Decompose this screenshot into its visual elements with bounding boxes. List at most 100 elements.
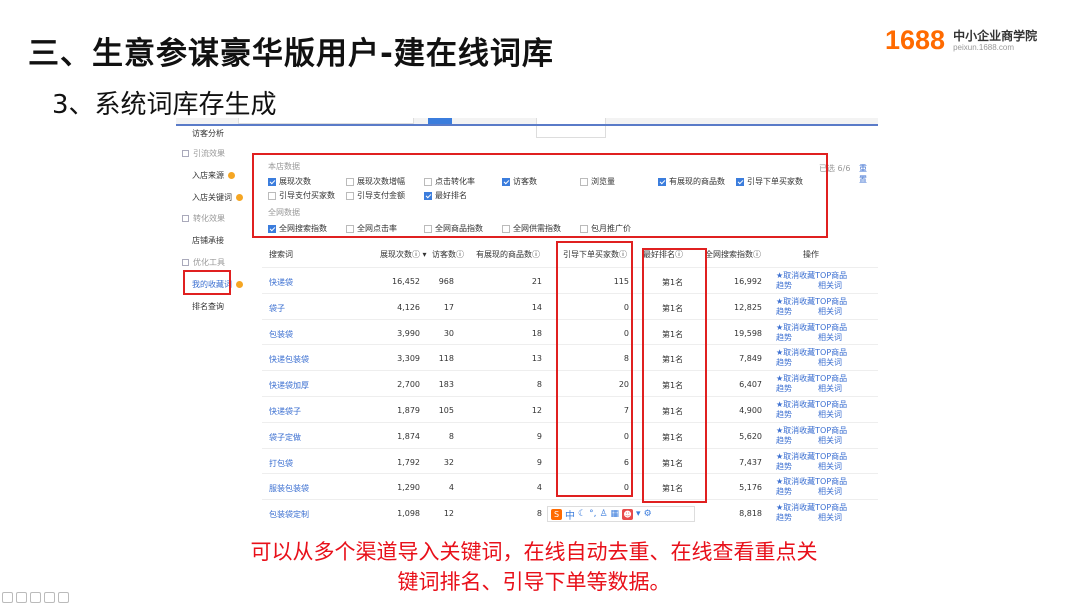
trend-link[interactable]: 趋势: [776, 462, 792, 471]
shirt-icon[interactable]: ▾: [636, 509, 641, 519]
uncollect-top-link[interactable]: ★取消收藏TOP商品: [776, 297, 847, 307]
gear-icon[interactable]: ⚙: [644, 509, 652, 519]
keyword-link[interactable]: 服装包装袋: [269, 483, 309, 494]
keyword-link[interactable]: 包装袋定制: [269, 509, 309, 520]
punctuation-icon[interactable]: °,: [589, 509, 596, 519]
keyword-link[interactable]: 袋子定做: [269, 432, 301, 443]
search-index-value: 5,176: [739, 483, 762, 493]
sidebar-item-visitor-analysis[interactable]: 访客分析: [192, 128, 224, 139]
search-index-value: 7,849: [739, 354, 762, 364]
col-header-label: 访客数: [432, 250, 456, 259]
ime-toolbar[interactable]: S 中 ☾ °, ♙ ▦ ☻ ▾ ⚙: [547, 506, 695, 522]
uncollect-top-link[interactable]: ★取消收藏TOP商品: [776, 323, 847, 333]
uncollect-top-link[interactable]: ★取消收藏TOP商品: [776, 503, 847, 513]
trend-link[interactable]: 趋势: [776, 358, 792, 367]
col-header-impressions[interactable]: 展现次数ⓘ ▾: [380, 249, 427, 260]
uncollect-top-link[interactable]: ★取消收藏TOP商品: [776, 477, 847, 487]
keyword-link[interactable]: 袋子: [269, 303, 285, 314]
col-header-visitors[interactable]: 访客数ⓘ: [432, 249, 464, 260]
products-value: 4: [536, 483, 542, 493]
reset-link[interactable]: 重置: [859, 163, 869, 185]
trend-link[interactable]: 趋势: [776, 487, 792, 496]
highlight-my-collected: [183, 270, 231, 295]
uncollect-top-link[interactable]: ★取消收藏TOP商品: [776, 348, 847, 358]
row-divider: [262, 499, 878, 501]
keyword-link[interactable]: 快递袋子: [269, 406, 301, 417]
related-words-link[interactable]: 相关词: [818, 410, 842, 419]
row-actions: ★取消收藏TOP商品 趋势 相关词: [776, 271, 847, 291]
related-words-link[interactable]: 相关词: [818, 358, 842, 367]
sidebar-item-rank-query[interactable]: 排名查询: [192, 301, 224, 312]
related-words-link[interactable]: 相关词: [818, 462, 842, 471]
keyword-link[interactable]: 快递袋加厚: [269, 380, 309, 391]
uncollect-top-link[interactable]: ★取消收藏TOP商品: [776, 400, 847, 410]
col-header-search-index[interactable]: 全网搜索指数ⓘ: [705, 249, 761, 260]
impressions-value: 16,452: [392, 277, 420, 286]
notification-dot: [236, 194, 243, 201]
row-actions: ★取消收藏TOP商品 趋势 相关词: [776, 374, 847, 394]
related-words-link[interactable]: 相关词: [818, 436, 842, 445]
slide-subtitle: 3、系统词库存生成: [52, 90, 277, 120]
keyword-link[interactable]: 快递包装袋: [269, 354, 309, 365]
related-words-link[interactable]: 相关词: [818, 307, 842, 316]
highlighter-icon[interactable]: [16, 592, 27, 603]
eraser-icon[interactable]: [30, 592, 41, 603]
ime-logo-icon[interactable]: S: [551, 508, 562, 520]
col-header-label: 展现次数: [380, 250, 412, 259]
row-actions: ★取消收藏TOP商品 趋势 相关词: [776, 400, 847, 420]
search-index-value: 12,825: [734, 302, 762, 312]
keyboard-icon[interactable]: ▦: [611, 509, 620, 519]
related-words-link[interactable]: 相关词: [818, 281, 842, 290]
related-words-link[interactable]: 相关词: [818, 333, 842, 342]
visitors-value: 4: [448, 483, 454, 493]
sidebar-item-entry-keyword[interactable]: 入店关键词: [192, 192, 243, 203]
brand-logo: 1688 中小企业商学院 peixun.1688.com: [885, 26, 1037, 54]
row-actions: ★取消收藏TOP商品 趋势 相关词: [776, 348, 847, 368]
pen-icon[interactable]: [2, 592, 13, 603]
traffic-icon: [182, 150, 189, 157]
impressions-value: 3,309: [397, 354, 420, 364]
search-index-value: 4,900: [739, 406, 762, 415]
trend-link[interactable]: 趋势: [776, 436, 792, 445]
date-select[interactable]: [536, 118, 606, 138]
impressions-value: 3,990: [397, 328, 420, 338]
sidebar-item-entry-source[interactable]: 入店来源: [192, 170, 235, 181]
user-icon[interactable]: ♙: [599, 509, 607, 519]
uncollect-top-link[interactable]: ★取消收藏TOP商品: [776, 452, 847, 462]
sidebar-group-label: 引流效果: [193, 149, 225, 158]
sidebar-item-label: 入店关键词: [192, 193, 232, 202]
visitors-value: 17: [443, 302, 454, 312]
moon-icon[interactable]: ☾: [578, 509, 586, 519]
col-header-products[interactable]: 有展现的商品数ⓘ: [476, 249, 540, 260]
pointer-icon[interactable]: [44, 592, 55, 603]
keyword-link[interactable]: 快递袋: [269, 277, 293, 288]
col-header-label: 全网搜索指数: [705, 250, 753, 259]
trend-link[interactable]: 趋势: [776, 307, 792, 316]
trend-link[interactable]: 趋势: [776, 410, 792, 419]
search-index-value: 16,992: [734, 277, 762, 286]
trend-link[interactable]: 趋势: [776, 281, 792, 290]
visitors-value: 12: [443, 509, 454, 519]
trend-link[interactable]: 趋势: [776, 333, 792, 342]
impressions-value: 2,700: [397, 380, 420, 390]
products-value: 8: [536, 509, 542, 519]
sidebar-item-shop-recommend[interactable]: 店铺承接: [192, 235, 224, 246]
row-actions: ★取消收藏TOP商品 趋势 相关词: [776, 323, 847, 343]
settings-icon[interactable]: [58, 592, 69, 603]
uncollect-top-link[interactable]: ★取消收藏TOP商品: [776, 426, 847, 436]
related-words-link[interactable]: 相关词: [818, 487, 842, 496]
impressions-value: 4,126: [397, 302, 420, 312]
trend-link[interactable]: 趋势: [776, 513, 792, 522]
related-words-link[interactable]: 相关词: [818, 384, 842, 393]
keyword-link[interactable]: 打包袋: [269, 458, 293, 469]
trend-link[interactable]: 趋势: [776, 384, 792, 393]
uncollect-top-link[interactable]: ★取消收藏TOP商品: [776, 374, 847, 384]
ime-language-toggle[interactable]: 中: [565, 507, 575, 522]
visitors-value: 105: [438, 406, 454, 415]
emoji-icon[interactable]: ☻: [622, 508, 634, 520]
uncollect-top-link[interactable]: ★取消收藏TOP商品: [776, 271, 847, 281]
keyword-link[interactable]: 包装袋: [269, 329, 293, 340]
related-words-link[interactable]: 相关词: [818, 513, 842, 522]
row-actions: ★取消收藏TOP商品 趋势 相关词: [776, 297, 847, 317]
products-value: 14: [531, 302, 542, 312]
